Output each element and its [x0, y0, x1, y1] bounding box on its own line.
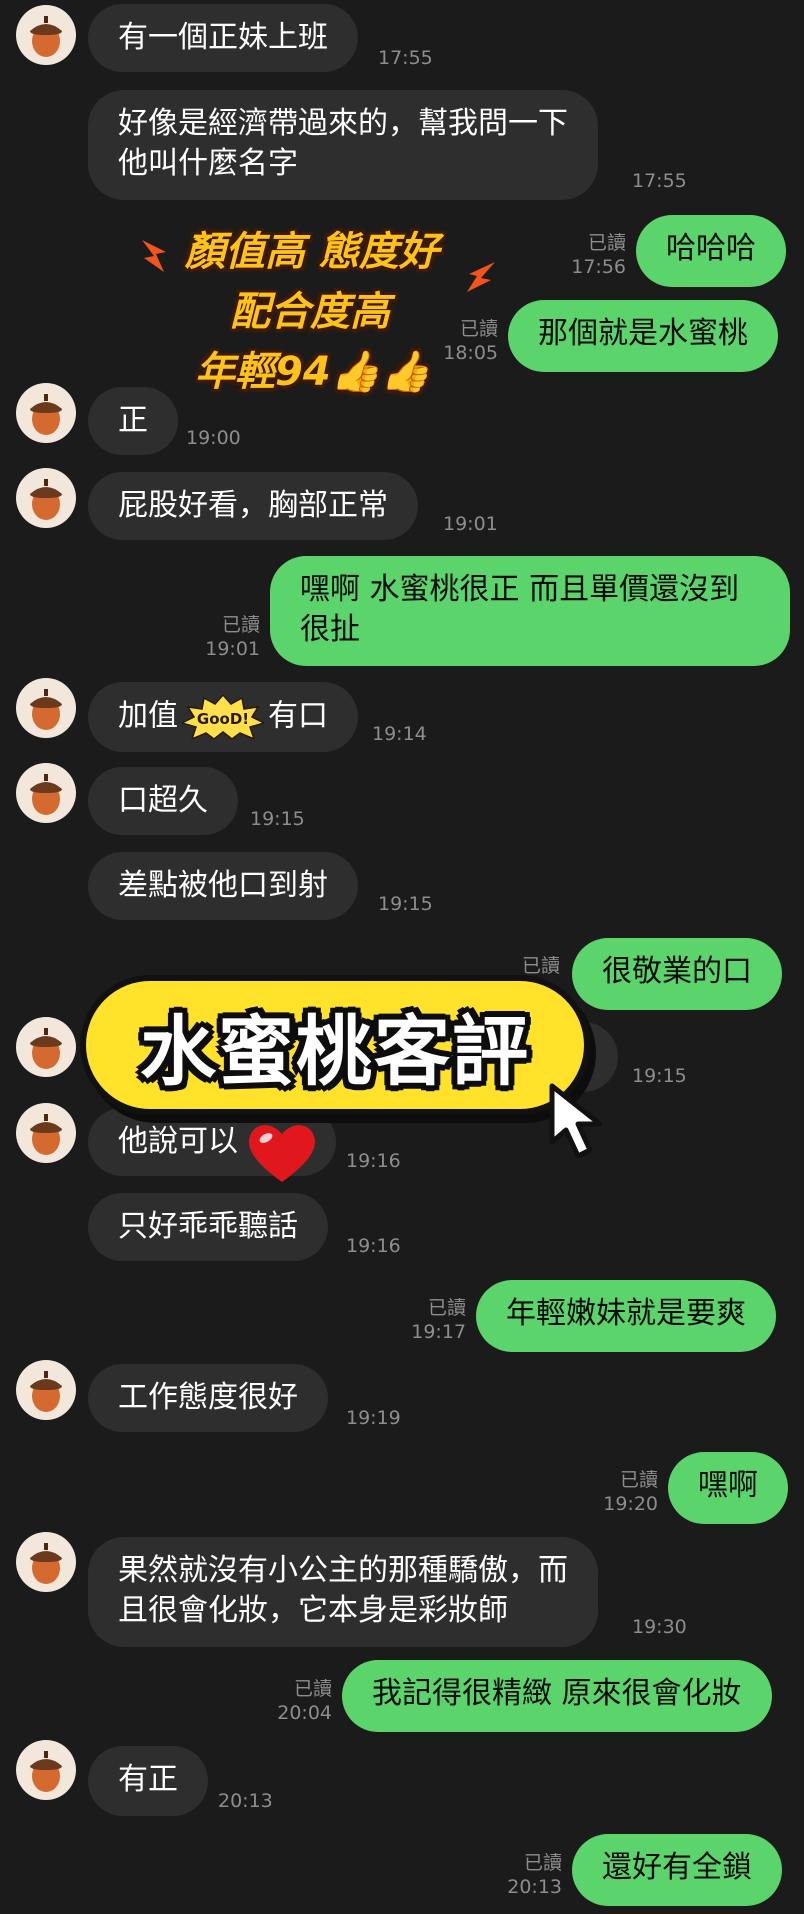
message-bubble[interactable]: 年輕嫩妹就是要爽: [476, 1280, 776, 1352]
message-time: 19:15: [378, 893, 433, 915]
read-receipt: 已讀: [619, 1469, 658, 1491]
message-bubble[interactable]: 口超久: [88, 767, 238, 835]
message-time: 19:16: [346, 1235, 401, 1257]
message-bubble[interactable]: 有一個正妹上班: [88, 4, 358, 72]
message-time: 19:01: [205, 638, 260, 660]
message-bubble[interactable]: 嘿啊 水蜜桃很正 而且單價還沒到 很扯: [270, 556, 790, 666]
message-time: 19:14: [372, 723, 427, 745]
message-time: 19:30: [632, 1616, 687, 1638]
promo-line-1: 顏值高 態度好: [185, 229, 439, 275]
message-bubble[interactable]: 那個就是水蜜桃: [508, 300, 778, 372]
message-time: 19:20: [603, 1493, 658, 1515]
message-bubble[interactable]: 好像是經濟帶過來的，幫我問一下 他叫什麼名字: [88, 90, 598, 200]
message-bubble[interactable]: 還好有全鎖: [572, 1834, 782, 1906]
avatar-acorn-icon[interactable]: [16, 468, 76, 528]
read-receipt: 已讀: [523, 1852, 562, 1874]
message-time: 20:04: [277, 1702, 332, 1724]
avatar-acorn-icon[interactable]: [16, 763, 76, 823]
message-time: 19:16: [346, 1150, 401, 1172]
message-bubble[interactable]: 有正: [88, 1746, 208, 1816]
message-time: 19:19: [346, 1407, 401, 1429]
sparkle-left-icon: [142, 240, 166, 272]
review-banner: 水蜜桃客評: [80, 975, 590, 1115]
avatar-acorn-icon[interactable]: [16, 1103, 76, 1163]
sparkle-right-icon: [467, 262, 495, 292]
read-receipt: 已讀: [521, 955, 560, 977]
heart-icon: [249, 1125, 315, 1182]
message-bubble[interactable]: 我記得很精緻 原來很會化妝: [342, 1660, 772, 1732]
avatar-acorn-icon[interactable]: [16, 678, 76, 738]
message-time: 19:15: [250, 808, 305, 830]
good-sticker: GooD!: [179, 693, 267, 741]
avatar-acorn-icon[interactable]: [16, 1360, 76, 1420]
read-receipt: 已讀: [587, 232, 626, 254]
message-bubble[interactable]: 差點被他口到射: [88, 852, 358, 920]
promo-line-3: 年輕94👍👍: [195, 349, 431, 395]
avatar-acorn-icon[interactable]: [16, 1017, 76, 1077]
message-time: 19:17: [411, 1321, 466, 1343]
message-time: 17:55: [632, 170, 687, 192]
message-bubble[interactable]: 屁股好看，胸部正常: [88, 472, 418, 540]
promo-line-2: 配合度高: [230, 289, 390, 335]
message-bubble[interactable]: 加值 GooD! 有口: [88, 682, 358, 752]
read-receipt: 已讀: [221, 614, 260, 636]
read-receipt: 已讀: [293, 1678, 332, 1700]
message-bubble[interactable]: 只好乖乖聽話: [88, 1193, 328, 1261]
message-time: 17:55: [378, 47, 433, 69]
message-time: 19:01: [443, 513, 498, 535]
avatar-acorn-icon[interactable]: [16, 1740, 76, 1800]
promo-overlay: 顏值高 態度好 配合度高 年輕94👍👍: [142, 229, 505, 420]
message-bubble[interactable]: 很敬業的口: [572, 938, 782, 1010]
message-bubble[interactable]: 工作態度很好: [88, 1364, 328, 1432]
chat-screen: 有一個正妹上班 17:55 好像是經濟帶過來的，幫我問一下 他叫什麼名字 17:…: [0, 0, 804, 1914]
message-bubble[interactable]: 嘿啊: [668, 1452, 788, 1524]
message-time: 20:13: [507, 1876, 562, 1898]
read-receipt: 已讀: [427, 1297, 466, 1319]
message-time: 17:56: [571, 256, 626, 278]
avatar-acorn-icon[interactable]: [16, 1532, 76, 1592]
avatar-acorn-icon[interactable]: [16, 383, 76, 443]
banner-title: 水蜜桃客評: [140, 1007, 530, 1096]
sticker-label: GooD!: [197, 710, 249, 728]
message-time: 19:15: [632, 1065, 687, 1087]
avatar-acorn-icon[interactable]: [16, 5, 76, 65]
message-time: 20:13: [218, 1790, 273, 1812]
cursor-arrow-icon: [549, 1083, 603, 1159]
message-bubble[interactable]: 哈哈哈: [636, 215, 786, 287]
message-time: 19:00: [186, 427, 241, 449]
message-bubble[interactable]: 果然就沒有小公主的那種驕傲，而 且很會化妝，它本身是彩妝師: [88, 1537, 598, 1647]
